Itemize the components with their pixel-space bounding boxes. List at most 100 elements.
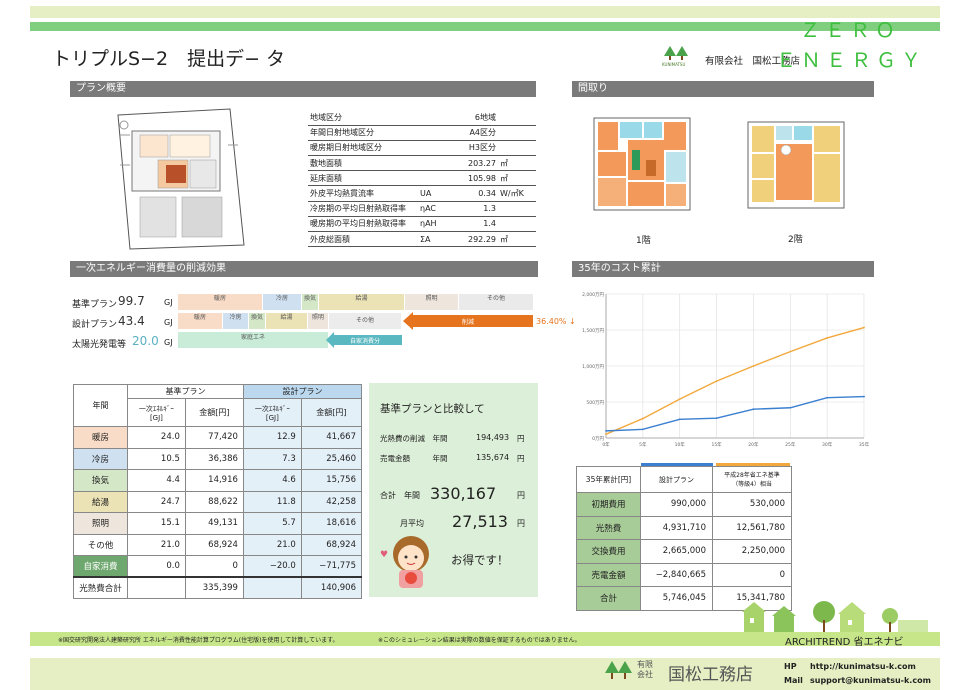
cost-header-label: 35年累計[円] [576,466,641,493]
footer-hp[interactable]: http://kunimatsu-k.com [810,662,916,671]
compare-line2-value: 135,674 [476,453,510,462]
footer-mail-label: Mail [784,676,803,685]
archi-label: ARCHITREND 省エネナビ [785,637,904,648]
energy-row-name: 換気 [73,469,128,492]
header-design-yen: 金額[円] [300,398,363,427]
energy-base-gj: 0.0 [127,555,186,578]
header-base-plan: 基準プラン [127,384,244,399]
energy-row-name: 暖房 [73,426,128,449]
energy-base-gj: 4.4 [127,469,186,492]
energy-base-yen: 68,924 [184,533,244,556]
base-seg-cooling: 冷房 [263,294,301,310]
energy-design-yen: −71,775 [300,555,363,578]
chart-x-tick-label: 30年 [822,441,833,448]
energy-design-yen: 25,460 [300,447,363,470]
energy-base-gj: 24.7 [127,490,186,513]
spec-unit [498,140,536,157]
chart-y-tick-label: 0万円 [592,436,604,442]
energy-base-yen: 0 [184,555,244,578]
cost-row-design: 5,746,045 [640,586,713,611]
energy-row-name: 給湯 [73,490,128,513]
spec-value: 203.27 [452,155,498,172]
energy-row: 照明 15.1 49,131 5.7 18,616 [73,512,363,535]
company-logo-text: KUNIMATSU [662,62,686,67]
energy-cost-table: 年間 基準プラン 設計プラン 一次ｴﾈﾙｷﾞｰ [GJ] 金額[円] 一次ｴﾈﾙ… [73,384,363,599]
compare-sum-label: 合計 年間 [380,491,420,500]
spec-label: 外皮平均熱貫流率 [308,185,418,202]
energy-design-yen: 18,616 [300,512,363,535]
chart-point [789,350,792,353]
base-plan-value: 99.7 [118,294,145,308]
section-floor-plan: 間取り [572,81,874,97]
chart-x-tick-label: 20年 [748,441,759,448]
energy-design-yen: 41,667 [300,426,363,449]
compare-sum-value: 330,167 [430,484,497,503]
chart-y-tick-label: 1,000万円 [582,364,604,370]
cost-row-name: 合計 [576,586,641,611]
base-seg-light: 照明 [405,294,458,310]
energy-design-gj: 5.7 [242,512,302,535]
chart-point [863,326,865,329]
solar-unit: GJ [164,338,173,347]
energy-design-yen: 42,258 [300,490,363,513]
section-plan-overview: プラン概要 [70,81,536,97]
cost-row-design: −2,840,665 [640,562,713,587]
cost-row: 売電金額 −2,840,665 0 [576,562,792,587]
energy-design-yen: 68,924 [300,533,363,556]
chart-x-tick-label: 5年 [639,441,647,448]
girl-illustration [388,532,434,590]
cost-row-design: 4,931,710 [640,515,713,540]
reduce-percent: 36.40% ↓ [536,317,576,326]
energy-base-yen: 77,420 [184,426,244,449]
spec-unit: ㎡ [498,231,536,248]
base-seg-vent: 換気 [302,294,318,310]
spec-unit [498,201,536,217]
cost-chart: 0万円 500万円 1,000万円 1,500万円 2,000万円 0年 5年 10年 15年 2… [576,286,872,454]
heart-icon: ♥ [380,550,389,560]
design-seg-light: 照明 [308,313,328,329]
base-seg-other: その他 [459,294,533,310]
chart-series-line-0 [605,326,865,435]
chart-point [605,429,607,432]
chart-y-tick-label: 500万円 [586,400,604,406]
cost-row: 光熱費 4,931,710 12,561,780 [576,515,792,540]
brand-energy: ＥＮＥＲＧＹ [776,48,926,72]
header-base-gj: 一次ｴﾈﾙｷﾞｰ [GJ] [127,398,186,427]
cost-row-base: 12,561,780 [712,515,792,540]
spec-unit [498,125,536,141]
design-plan-label: 設計プラン [72,320,118,330]
chart-x-tick-label: 0年 [602,441,610,448]
spec-label: 延床面積 [308,170,418,187]
chart-point [678,398,681,401]
energy-base-gj: 21.0 [127,533,186,556]
energy-row-name: 自家消費 [73,555,128,578]
chart-y-tick-label: 2,000万円 [582,292,604,298]
spec-value: 105.98 [452,170,498,187]
compare-month-label: 月平均 [400,519,424,528]
cost-row: 初期費用 990,000 530,000 [576,492,792,517]
design-seg-heating: 暖房 [178,313,222,329]
brand-zero: ＺＥＲＯ [800,18,900,42]
cost-row-name: 光熱費 [576,515,641,540]
spec-symbol: ΣA [418,231,452,248]
spec-row: 外皮平均熱貫流率 UA 0.34 W/㎡K [308,185,536,202]
cost-chart-svg: 0万円 500万円 1,000万円 1,500万円 2,000万円 0年 5年 10年 15年 2… [582,292,869,448]
floor-label-1f: 1階 [636,236,651,246]
footer-mail[interactable]: support@kunimatsu-k.com [810,676,931,685]
cost-row-design: 990,000 [640,492,713,517]
energy-row: 給湯 24.7 88,622 11.8 42,258 [73,490,363,513]
page-title: トリプルS−2 提出デ− タ [52,48,286,70]
energy-row: その他 21.0 68,924 21.0 68,924 [73,533,363,556]
design-seg-hotwater: 給湯 [266,313,307,329]
reduce-label: 削減 [462,319,475,326]
site-plan-drawing [110,105,250,250]
spec-label: 暖房期日射地域区分 [308,140,418,157]
solar-seg-selfgen: 家庭エネ [178,332,328,348]
spec-row: 冷房期の平均日射熱取得率 ηAC 1.3 [308,201,536,217]
floor-plan-1f [592,110,692,212]
floor-plan-2f [746,120,846,210]
chart-point [641,428,644,431]
spec-row: 地域区分 6地域 [308,110,536,126]
design-plan-unit: GJ [164,318,173,327]
spec-row: 敷地面積 203.27 ㎡ [308,155,536,172]
